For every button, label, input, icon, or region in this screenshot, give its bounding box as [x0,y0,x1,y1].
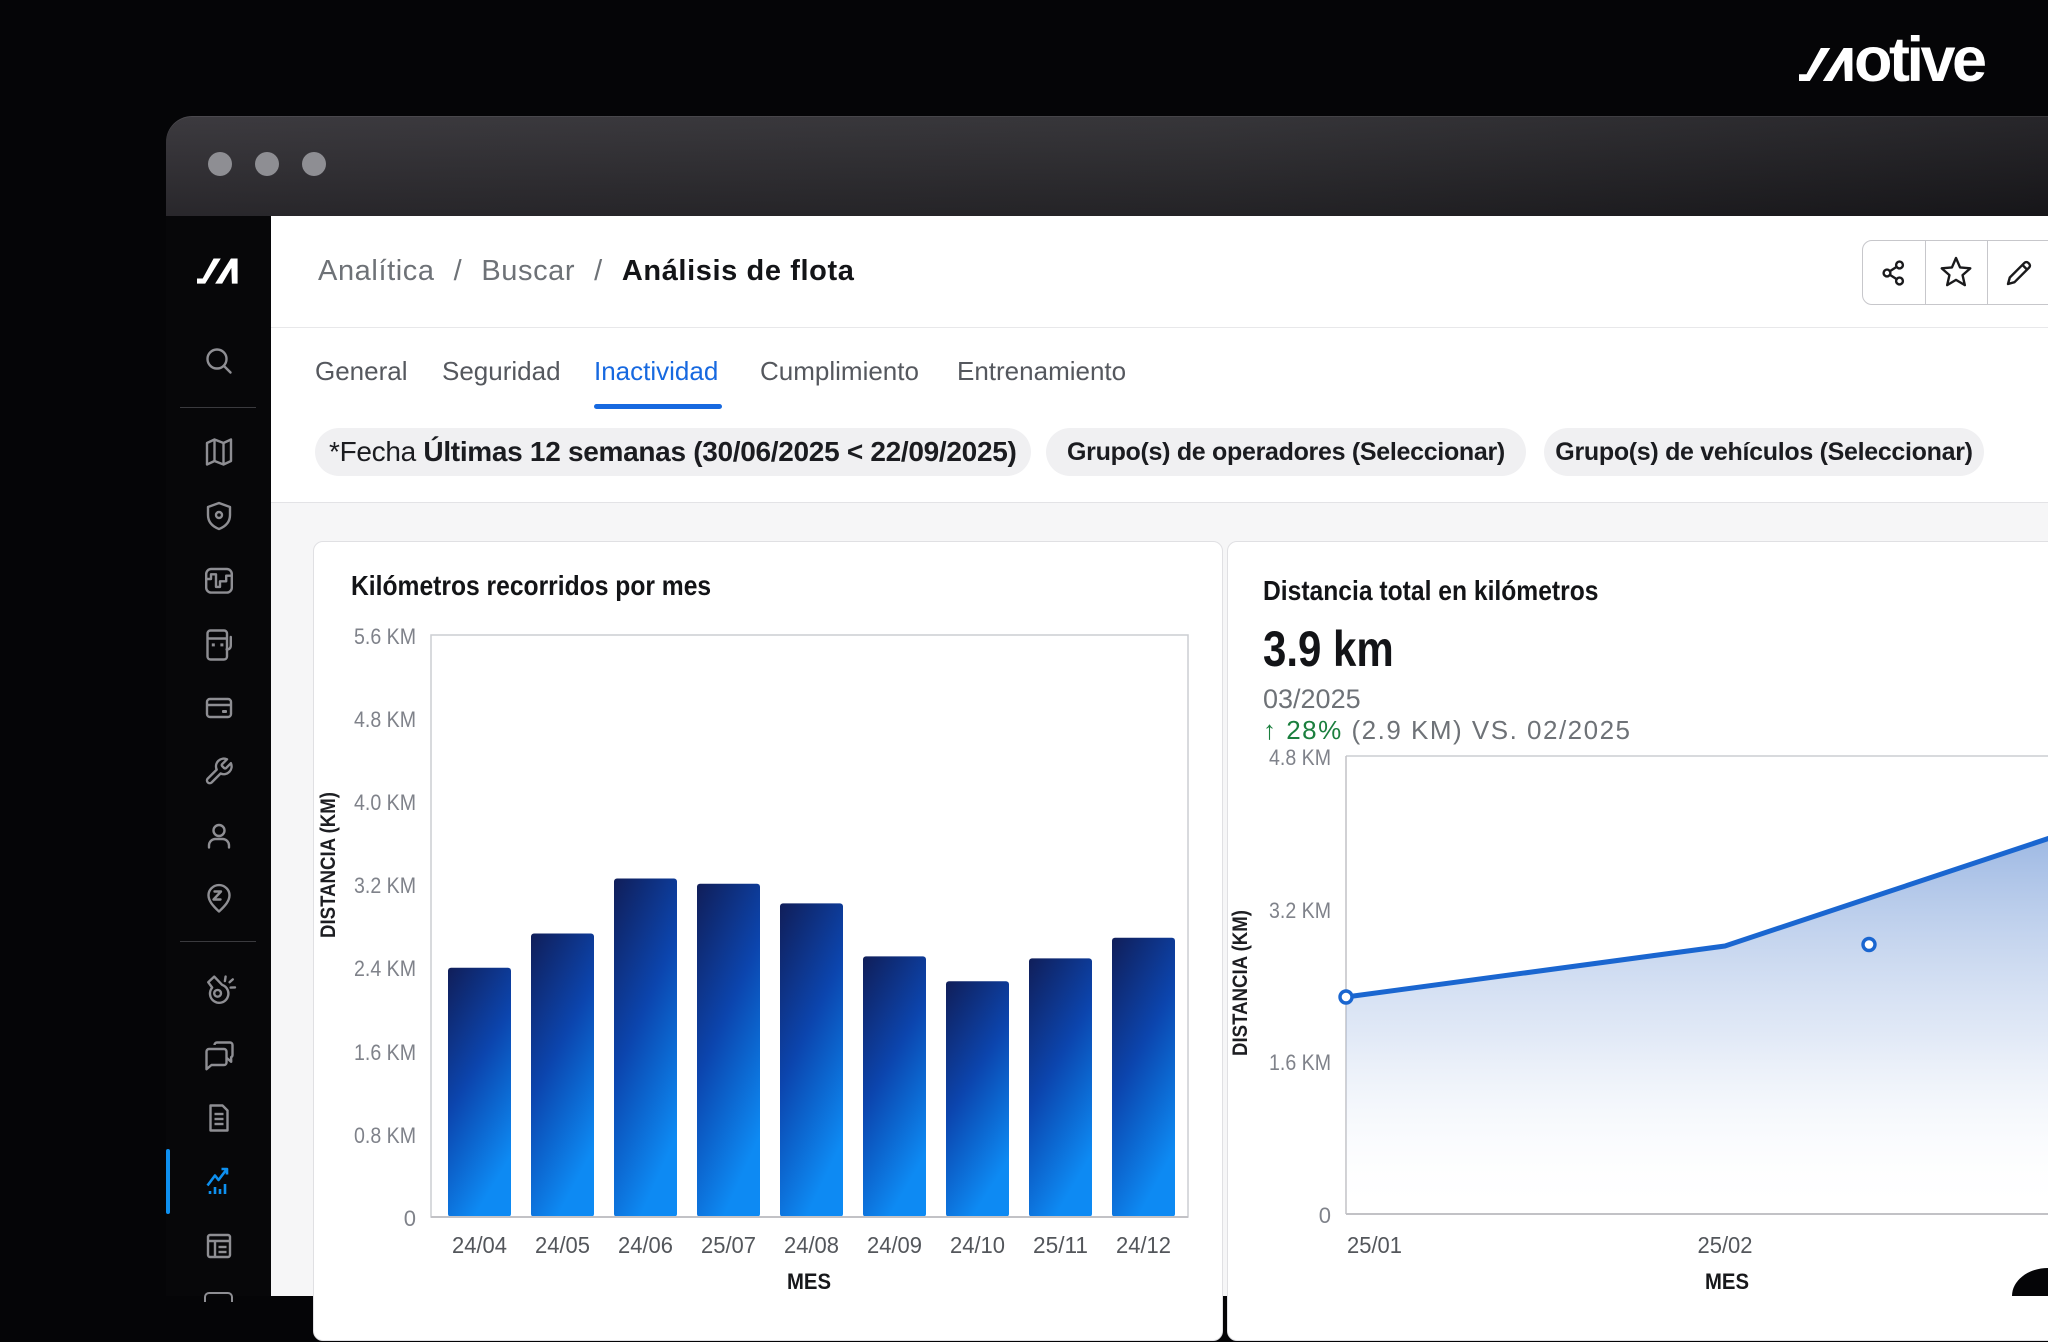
svg-text:25/01: 25/01 [1347,1232,1402,1258]
svg-text:MES: MES [1705,1269,1749,1294]
svg-text:4.8 KM: 4.8 KM [1269,745,1331,770]
svg-text:24/10: 24/10 [950,1232,1005,1258]
svg-text:1.6 KM: 1.6 KM [1269,1050,1331,1075]
svg-text:0.8 KM: 0.8 KM [354,1123,416,1148]
svg-text:25/02: 25/02 [1698,1232,1753,1258]
svg-text:DISTANCIA (KM): DISTANCIA (KM) [1229,910,1252,1056]
svg-text:DISTANCIA (KM): DISTANCIA (KM) [317,792,340,938]
svg-text:24/08: 24/08 [784,1232,839,1258]
svg-text:MES: MES [787,1269,831,1294]
svg-text:0: 0 [1319,1203,1331,1228]
svg-text:24/06: 24/06 [618,1232,673,1258]
svg-text:5.6 KM: 5.6 KM [354,624,416,649]
svg-text:24/04: 24/04 [452,1232,507,1258]
svg-text:25/11: 25/11 [1033,1232,1088,1258]
svg-text:24/05: 24/05 [535,1232,590,1258]
svg-text:24/12: 24/12 [1116,1232,1171,1258]
svg-text:4.0 KM: 4.0 KM [354,790,416,815]
svg-text:3.2 KM: 3.2 KM [354,873,416,898]
svg-text:otive: otive [1854,34,1985,90]
svg-text:3.2 KM: 3.2 KM [1269,898,1331,923]
svg-text:4.8 KM: 4.8 KM [354,707,416,732]
svg-text:2.4 KM: 2.4 KM [354,956,416,981]
svg-text:25/07: 25/07 [701,1232,756,1258]
svg-text:0: 0 [404,1206,416,1231]
svg-text:1.6 KM: 1.6 KM [354,1040,416,1065]
svg-text:24/09: 24/09 [867,1232,922,1258]
